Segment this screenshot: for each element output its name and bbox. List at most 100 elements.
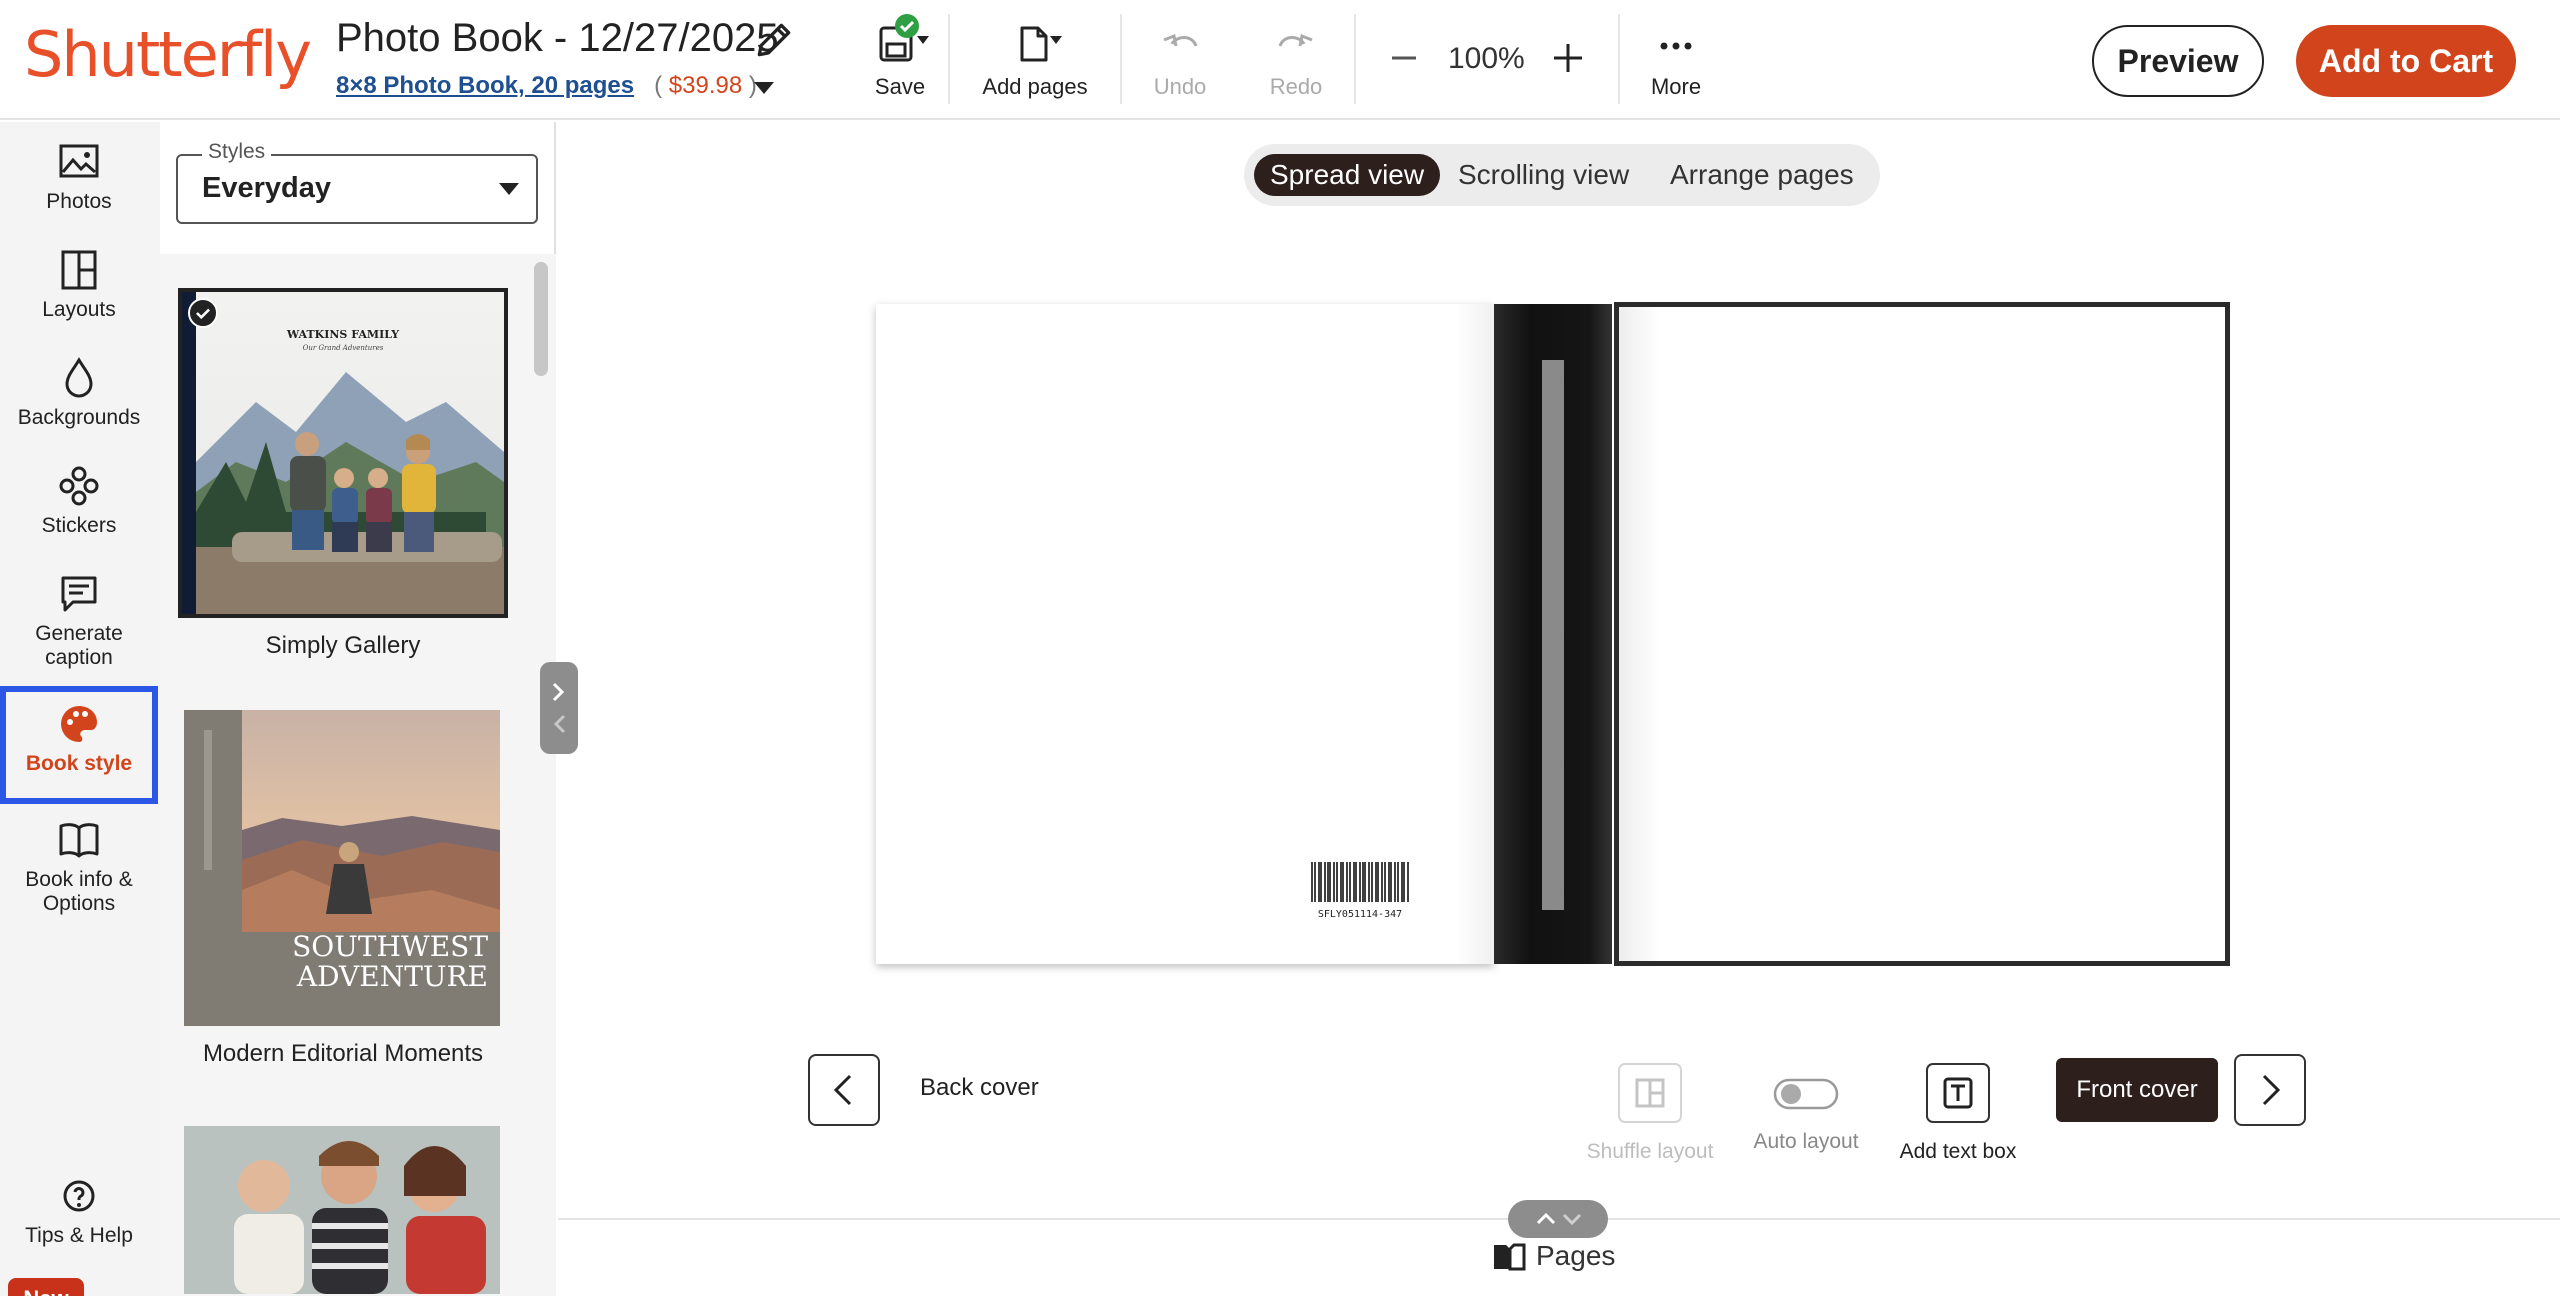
product-link[interactable]: 8×8 Photo Book, 20 pages — [336, 72, 634, 99]
shuffle-layout-button[interactable]: Shuffle layout — [1580, 1062, 1720, 1164]
pages-drawer-handle[interactable] — [1508, 1200, 1608, 1238]
auto-layout-label: Auto layout — [1753, 1130, 1859, 1153]
price-paren-open: ( — [654, 72, 663, 99]
rail-label: Book info & Options — [25, 868, 133, 915]
left-tool-rail: Photos Layouts Backgrounds Stickers Gene… — [0, 122, 160, 1296]
rail-item-tips-help[interactable]: Tips & Help — [0, 1174, 158, 1274]
top-bar: Shutterfly Photo Book - 12/27/2025 8×8 P… — [0, 0, 2560, 120]
image-icon — [59, 144, 99, 178]
undo-button[interactable]: Undo — [1140, 14, 1220, 104]
product-summary[interactable]: 8×8 Photo Book, 20 pages ( $39.98 ) — [336, 72, 757, 100]
styles-legend: Styles — [202, 140, 272, 164]
save-button[interactable]: Save — [860, 14, 940, 104]
next-page-button[interactable] — [2234, 1054, 2306, 1126]
chevron-right-icon — [2262, 1074, 2281, 1106]
sticker-icon — [59, 466, 99, 506]
text-box-icon — [1926, 1063, 1990, 1123]
book-cover-spread: SFLY051114-347 — [876, 302, 2230, 966]
caret-down-icon — [499, 183, 519, 195]
shuffle-layout-label: Shuffle layout — [1586, 1140, 1714, 1163]
rail-item-layouts[interactable]: Layouts — [0, 248, 158, 348]
chevron-left-icon — [833, 1074, 852, 1106]
rail-item-book-info-options[interactable]: Book info & Options — [0, 818, 158, 946]
book-spine[interactable] — [1494, 304, 1612, 964]
rail-item-backgrounds[interactable]: Backgrounds — [0, 356, 158, 456]
family-portrait-photo — [184, 1126, 500, 1294]
zoom-out-icon[interactable] — [1382, 36, 1426, 80]
more-button[interactable]: More — [1636, 14, 1716, 104]
preview-button[interactable]: Preview — [2092, 25, 2264, 97]
tab-scrolling-view[interactable]: Scrolling view — [1442, 154, 1645, 196]
zoom-level: 100% — [1448, 42, 1525, 75]
auto-layout-toggle[interactable]: Auto layout — [1740, 1074, 1872, 1154]
add-to-cart-button[interactable]: Add to Cart — [2296, 25, 2516, 97]
add-page-icon — [1020, 26, 1062, 62]
add-pages-button[interactable]: Add pages — [968, 14, 1102, 104]
undo-icon — [1163, 33, 1198, 47]
add-pages-label: Add pages — [982, 74, 1088, 99]
style-card-family[interactable] — [178, 1126, 508, 1294]
panel-scrollbar[interactable] — [532, 258, 550, 1288]
price: $39.98 — [668, 72, 743, 99]
layout-icon — [61, 250, 97, 290]
shutterfly-logo[interactable]: Shutterfly — [24, 18, 312, 91]
style-card-simply-gallery[interactable]: WATKINS FAMILY Our Grand Adventures Simp… — [178, 288, 508, 660]
new-badge: New — [8, 1278, 84, 1296]
shuffle-layout-icon — [1618, 1063, 1682, 1123]
style-card-name: Simply Gallery — [265, 632, 421, 659]
panel-scroll-thumb[interactable] — [534, 262, 548, 376]
back-cover-page[interactable]: SFLY051114-347 — [876, 304, 1494, 964]
add-text-box-button[interactable]: Add text box — [1890, 1062, 2026, 1164]
thumb-subtitle: Our Grand Adventures — [302, 344, 384, 352]
toolbar-divider — [948, 14, 950, 104]
barcode: SFLY051114-347 — [1310, 860, 1410, 920]
tab-arrange-pages[interactable]: Arrange pages — [1654, 154, 1870, 196]
styles-dropdown[interactable]: Styles Everyday — [176, 140, 538, 224]
rail-item-book-style[interactable]: Book style — [0, 686, 158, 804]
style-thumbnail[interactable]: SOUTHWEST ADVENTURE — [184, 710, 500, 1026]
project-title: Photo Book - 12/27/2025 — [336, 16, 779, 60]
style-thumbnail[interactable]: WATKINS FAMILY Our Grand Adventures — [178, 288, 508, 618]
drop-icon — [65, 357, 93, 398]
rail-item-stickers[interactable]: Stickers — [0, 464, 158, 564]
chevron-right-icon — [552, 682, 566, 734]
save-icon — [879, 14, 929, 62]
front-cover-page[interactable] — [1614, 302, 2230, 966]
add-text-box-label: Add text box — [1899, 1140, 2017, 1163]
pages-drawer-tab[interactable]: Pages — [1492, 1240, 1615, 1272]
rail-label: Generate caption — [35, 622, 123, 669]
redo-label: Redo — [1269, 74, 1323, 99]
zoom-in-icon[interactable] — [1546, 36, 1590, 80]
panel-collapse-handle[interactable] — [540, 662, 578, 754]
save-label: Save — [874, 74, 926, 99]
rail-item-photos[interactable]: Photos — [0, 140, 158, 240]
previous-page-button[interactable] — [808, 1054, 880, 1126]
thumb-title: SOUTHWEST ADVENTURE — [292, 930, 488, 993]
redo-icon — [1278, 33, 1313, 47]
rail-label: Backgrounds — [17, 406, 141, 429]
view-mode-toggle: Spread view Scrolling view Arrange pages — [1244, 144, 1880, 206]
toolbar-divider — [1618, 14, 1620, 104]
book-icon — [59, 823, 99, 858]
pages-icon — [1494, 1243, 1526, 1271]
redo-button[interactable]: Redo — [1256, 14, 1336, 104]
barcode-text: SFLY051114-347 — [1317, 909, 1403, 920]
rail-item-generate-caption[interactable]: Generate caption — [0, 572, 158, 700]
styles-value: Everyday — [202, 172, 331, 204]
more-label: More — [1650, 74, 1702, 99]
tab-spread-view[interactable]: Spread view — [1254, 154, 1441, 196]
rail-label: Stickers — [41, 514, 117, 537]
pencil-icon[interactable] — [752, 18, 796, 62]
front-cover-button[interactable]: Front cover — [2056, 1058, 2218, 1122]
rail-label: Photos — [46, 190, 112, 213]
more-dots-icon — [1660, 42, 1692, 50]
photo-book-editor: Shutterfly Photo Book - 12/27/2025 8×8 P… — [0, 0, 2560, 1296]
style-thumbnail[interactable] — [184, 1126, 500, 1294]
rail-label: Tips & Help — [25, 1224, 133, 1247]
style-card-modern-editorial[interactable]: SOUTHWEST ADVENTURE Modern Editorial Mom… — [178, 710, 508, 1068]
palette-icon — [61, 706, 97, 742]
rail-label: Book style — [25, 752, 133, 775]
toggle-switch-icon — [1773, 1078, 1839, 1110]
caret-down-icon[interactable] — [752, 80, 776, 96]
spine-text-area[interactable] — [1542, 360, 1564, 910]
